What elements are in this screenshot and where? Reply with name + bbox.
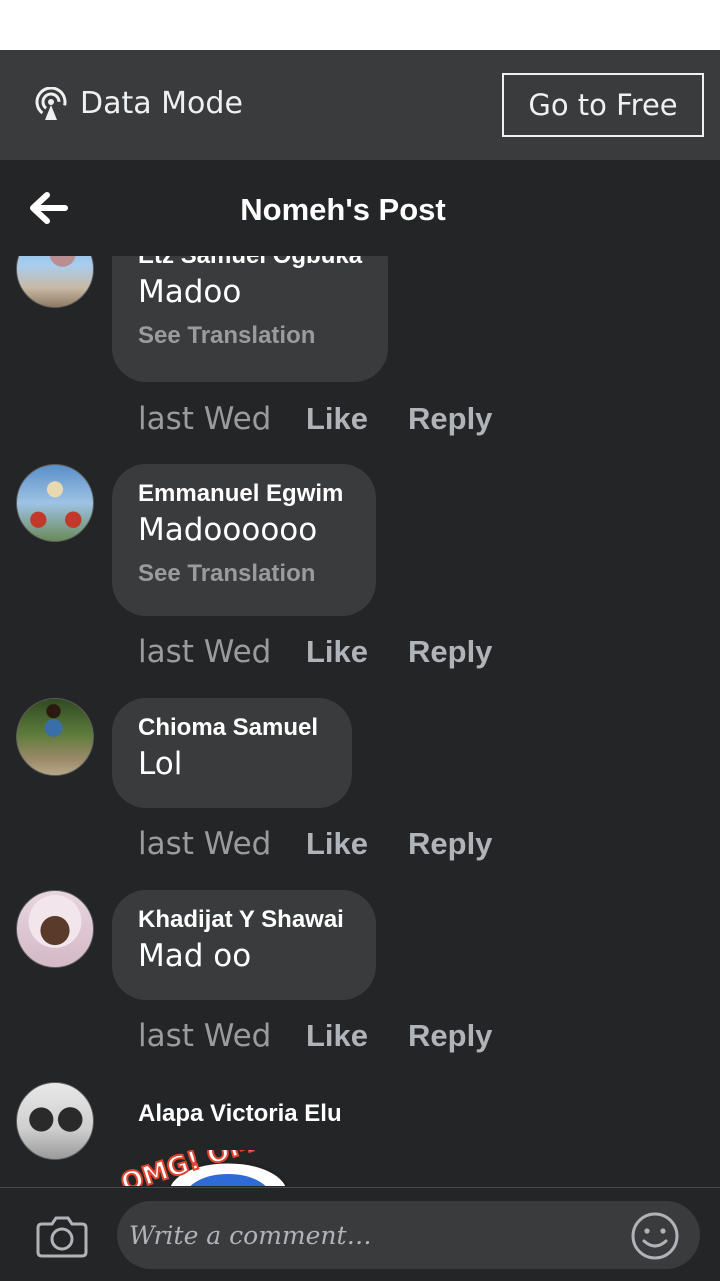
- comment-time: last Wed: [138, 1018, 272, 1054]
- comment-bubble: Chioma Samuel Lol: [112, 698, 352, 808]
- comment-time: last Wed: [138, 826, 272, 862]
- comment-list[interactable]: Etz Samuel Ogbuka Madoo See Translation …: [0, 256, 720, 1186]
- comment-time: last Wed: [138, 401, 272, 437]
- comment-text: Lol: [138, 746, 183, 782]
- reply-button[interactable]: Reply: [408, 634, 492, 670]
- comment-actions: last Wed Like Reply: [138, 826, 492, 862]
- data-mode-bar: Data Mode Go to Free: [0, 50, 720, 160]
- comment-author[interactable]: Emmanuel Egwim: [138, 480, 350, 508]
- comment-bubble: Khadijat Y Shawai Mad oo: [112, 890, 376, 1000]
- comment-actions: last Wed Like Reply: [138, 634, 492, 670]
- reply-button[interactable]: Reply: [408, 1018, 492, 1054]
- comment-input[interactable]: [117, 1201, 700, 1269]
- comment-text: Mad oo: [138, 938, 252, 974]
- page-title: Nomeh's Post: [240, 192, 446, 227]
- avatar[interactable]: [16, 464, 94, 542]
- see-translation-link[interactable]: See Translation: [138, 560, 350, 588]
- comment-actions: last Wed Like Reply: [138, 1018, 492, 1054]
- camera-icon[interactable]: [36, 1214, 88, 1258]
- like-button[interactable]: Like: [306, 634, 408, 670]
- comment-composer: [0, 1187, 720, 1281]
- data-mode-label: Data Mode: [80, 86, 243, 121]
- see-translation-link[interactable]: See Translation: [138, 322, 362, 350]
- reply-button[interactable]: Reply: [408, 401, 492, 437]
- like-button[interactable]: Like: [306, 1018, 408, 1054]
- like-button[interactable]: Like: [306, 401, 408, 437]
- data-mode-indicator: Data Mode: [34, 86, 243, 121]
- broadcast-icon: [34, 86, 68, 121]
- comment-author[interactable]: Chioma Samuel: [138, 714, 326, 742]
- comment-bubble: Etz Samuel Ogbuka Madoo See Translation: [112, 256, 389, 382]
- avatar[interactable]: [16, 890, 94, 968]
- comment-bubble: Emmanuel Egwim Madoooooo See Translation: [112, 464, 376, 616]
- comment-author[interactable]: Etz Samuel Ogbuka: [138, 256, 362, 270]
- comment-text: Madoo: [138, 274, 242, 310]
- avatar[interactable]: [16, 1082, 94, 1160]
- comment-time: last Wed: [138, 634, 272, 670]
- avatar[interactable]: [16, 698, 94, 776]
- comment-author[interactable]: Khadijat Y Shawai: [138, 906, 350, 934]
- smiley-icon[interactable]: [630, 1211, 680, 1261]
- comment-actions: last Wed Like Reply: [138, 401, 492, 437]
- avatar[interactable]: [16, 256, 94, 308]
- like-button[interactable]: Like: [306, 826, 408, 862]
- status-bar: [0, 0, 720, 50]
- go-to-free-button[interactable]: Go to Free: [502, 73, 704, 137]
- omg-sticker[interactable]: OMG! OMG: [120, 1150, 330, 1186]
- reply-button[interactable]: Reply: [408, 826, 492, 862]
- post-header: Nomeh's Post: [0, 160, 720, 256]
- comment-author[interactable]: Alapa Victoria Elu: [138, 1100, 342, 1128]
- comment-text: Madoooooo: [138, 512, 318, 548]
